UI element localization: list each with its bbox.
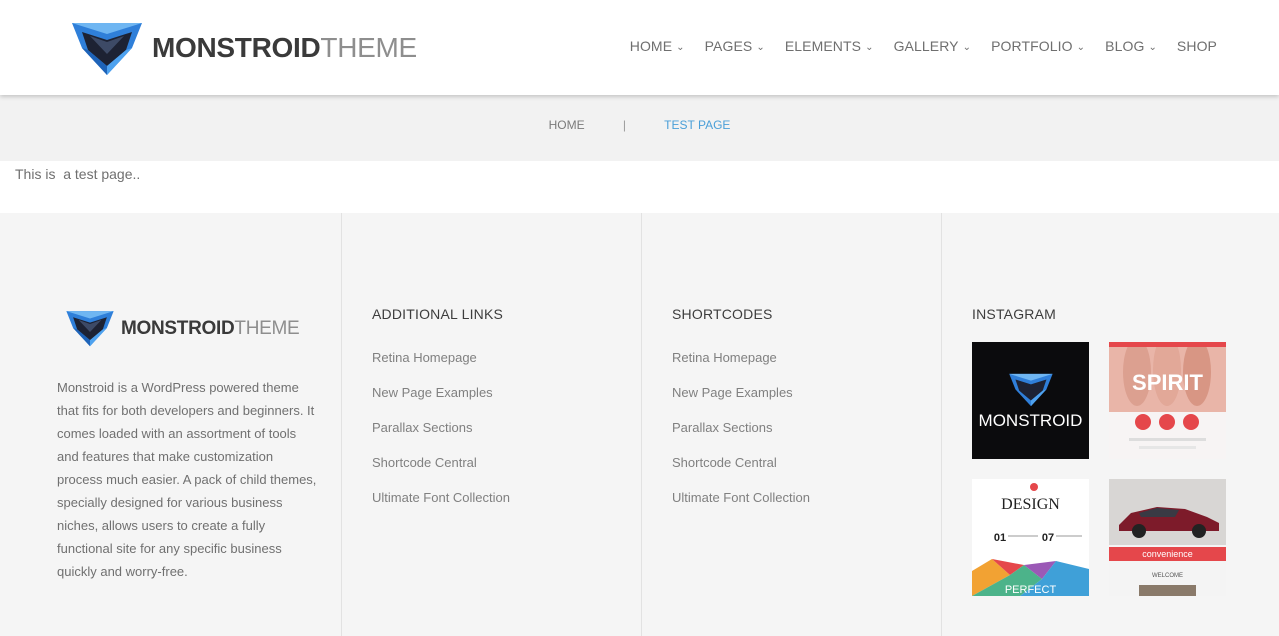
chevron-down-icon: ⌄ [865, 41, 874, 53]
spirit-tile-image: SPIRIT [1109, 342, 1226, 459]
breadcrumb-home[interactable]: HOME [549, 118, 585, 132]
monstroid-tile-image: MONSTROID [972, 342, 1089, 459]
additional-link-shortcode-central[interactable]: Shortcode Central [372, 455, 477, 470]
tile-spirit-text: SPIRIT [1132, 370, 1203, 395]
list-item: Retina Homepage [372, 350, 510, 385]
instagram-heading: INSTAGRAM [972, 306, 1056, 322]
design-tile-image: DESIGN 01 07 PERFECT [972, 479, 1089, 596]
tile-design-caption: PERFECT [1005, 584, 1057, 596]
logo-text-bold: MONSTROID [152, 32, 321, 63]
shortcode-link-parallax-sections[interactable]: Parallax Sections [672, 420, 772, 435]
list-item: Ultimate Font Collection [672, 490, 810, 525]
shortcode-link-ultimate-font-collection[interactable]: Ultimate Font Collection [672, 490, 810, 505]
footer-logo[interactable]: MONSTROIDTHEME [65, 309, 300, 347]
tile-design-text: DESIGN [1001, 496, 1060, 513]
shortcode-link-shortcode-central[interactable]: Shortcode Central [672, 455, 777, 470]
breadcrumb: HOME | TEST PAGE [0, 118, 1279, 132]
main-nav: HOME ⌄ PAGES ⌄ ELEMENTS ⌄ GALLERY ⌄ PORTFOLI… [630, 38, 1217, 54]
tile-design-number-1: 01 [994, 532, 1006, 544]
additional-link-retina-homepage[interactable]: Retina Homepage [372, 350, 477, 365]
nav-elements[interactable]: ELEMENTS ⌄ [785, 38, 874, 54]
tile-design-number-2: 07 [1042, 532, 1054, 544]
list-item: New Page Examples [372, 385, 510, 420]
site-header: MONSTROIDTHEME HOME ⌄ PAGES ⌄ ELEMENTS ⌄ GA… [0, 0, 1279, 95]
breadcrumb-band: HOME | TEST PAGE [0, 95, 1279, 161]
nav-pages[interactable]: PAGES ⌄ [705, 38, 765, 54]
page-content: This is a test page.. [0, 161, 1279, 213]
additional-link-parallax-sections[interactable]: Parallax Sections [372, 420, 472, 435]
nav-pages-label: PAGES [704, 38, 753, 54]
instagram-tile-spirit[interactable]: SPIRIT [1109, 342, 1226, 459]
chevron-down-icon: ⌄ [1076, 41, 1086, 53]
site-logo[interactable]: MONSTROIDTHEME [70, 20, 417, 76]
nav-gallery-label: GALLERY [893, 38, 959, 54]
breadcrumb-separator: | [622, 118, 627, 132]
car-tile-image: convenience WELCOME [1109, 479, 1226, 596]
nav-shop-label: SHOP [1176, 38, 1217, 54]
nav-portfolio[interactable]: PORTFOLIO ⌄ [991, 38, 1085, 54]
tile-monstroid-text: MONSTROID [979, 411, 1083, 430]
nav-elements-label: ELEMENTS [784, 38, 862, 54]
tile-car-caption: WELCOME [1152, 573, 1183, 579]
footer-description: Monstroid is a WordPress powered theme t… [57, 380, 317, 579]
tile-car-text: convenience [1142, 549, 1193, 559]
additional-links-list: Retina Homepage New Page Examples Parall… [372, 350, 510, 525]
list-item: Shortcode Central [372, 455, 510, 490]
nav-portfolio-label: PORTFOLIO [991, 38, 1073, 54]
instagram-tile-monstroid[interactable]: MONSTROID [972, 342, 1089, 459]
list-item: Parallax Sections [672, 420, 810, 455]
footer-shortcodes-column: SHORTCODES Retina Homepage New Page Exam… [641, 213, 941, 636]
list-item: Shortcode Central [672, 455, 810, 490]
nav-home-label: HOME [629, 38, 673, 54]
footer-additional-links-column: ADDITIONAL LINKS Retina Homepage New Pag… [341, 213, 641, 636]
monstroid-logo-icon [72, 23, 142, 75]
logo-text-light: THEME [320, 32, 417, 63]
shortcodes-list: Retina Homepage New Page Examples Parall… [672, 350, 810, 525]
nav-shop[interactable]: SHOP [1177, 38, 1217, 54]
shortcode-link-new-page-examples[interactable]: New Page Examples [672, 385, 793, 400]
instagram-tile-design[interactable]: DESIGN 01 07 PERFECT [972, 479, 1089, 596]
content-text: This is a test page.. [15, 166, 141, 182]
list-item: Ultimate Font Collection [372, 490, 510, 525]
additional-link-new-page-examples[interactable]: New Page Examples [372, 385, 493, 400]
list-item: Parallax Sections [372, 420, 510, 455]
footer-logo-text-light: THEME [234, 317, 300, 339]
breadcrumb-current: TEST PAGE [664, 118, 731, 132]
shortcodes-heading: SHORTCODES [672, 306, 773, 322]
chevron-down-icon: ⌄ [1148, 41, 1157, 53]
footer-logo-text-bold: MONSTROID [121, 317, 235, 339]
additional-link-ultimate-font-collection[interactable]: Ultimate Font Collection [372, 490, 510, 505]
footer-about-column: MONSTROIDTHEME Monstroid is a WordPress … [0, 213, 341, 636]
list-item: Retina Homepage [672, 350, 810, 385]
monstroid-logo-icon [66, 311, 114, 347]
nav-home[interactable]: HOME ⌄ [630, 38, 685, 54]
chevron-down-icon: ⌄ [756, 41, 765, 53]
instagram-tile-car[interactable]: convenience WELCOME [1109, 479, 1226, 596]
list-item: New Page Examples [672, 385, 810, 420]
nav-gallery[interactable]: GALLERY ⌄ [894, 38, 972, 54]
chevron-down-icon: ⌄ [962, 41, 972, 53]
shortcode-link-retina-homepage[interactable]: Retina Homepage [672, 350, 777, 365]
nav-blog[interactable]: BLOG ⌄ [1105, 38, 1157, 54]
chevron-down-icon: ⌄ [676, 41, 685, 53]
nav-blog-label: BLOG [1105, 38, 1145, 54]
additional-links-heading: ADDITIONAL LINKS [372, 306, 504, 322]
site-footer: MONSTROIDTHEME Monstroid is a WordPress … [0, 213, 1279, 636]
